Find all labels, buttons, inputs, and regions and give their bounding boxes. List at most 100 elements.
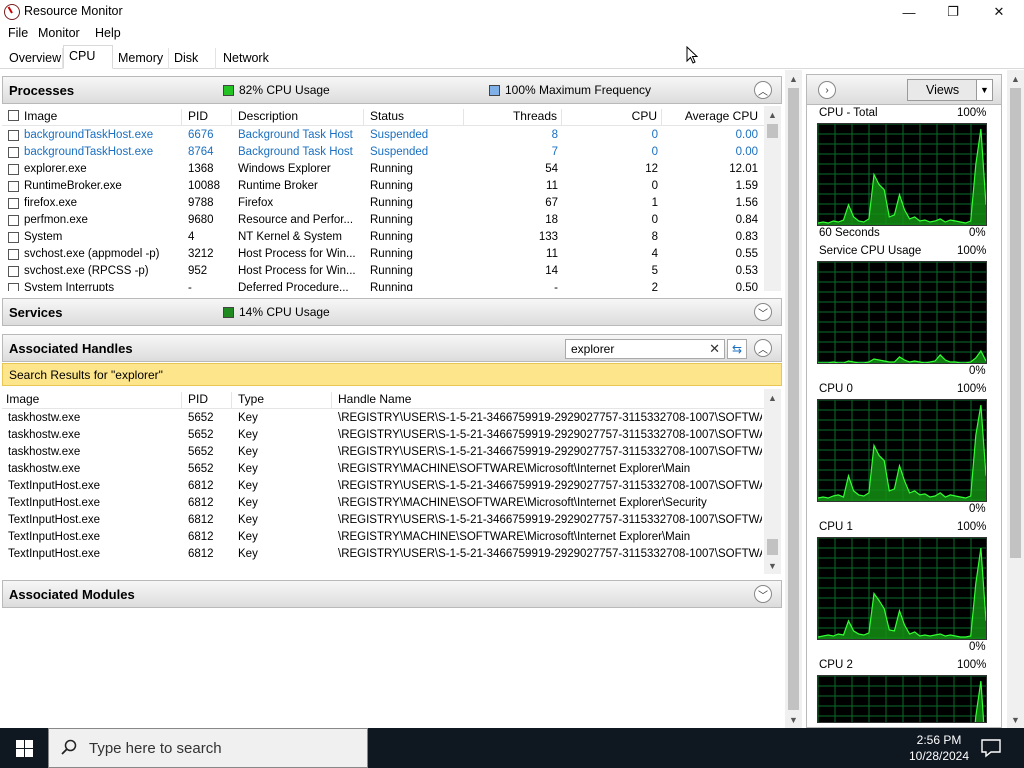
col-handle-type[interactable]: Type [236, 392, 332, 409]
process-row[interactable]: svchost.exe (appmodel -p) 3212 Host Proces… [2, 246, 764, 263]
scroll-down-arrow-icon[interactable]: ▼ [785, 711, 802, 728]
left-pane-scrollbar[interactable]: ▲ ▼ [785, 70, 802, 728]
start-button[interactable] [0, 728, 48, 768]
taskbar-search-box[interactable]: Type here to search [48, 728, 368, 768]
menu-help[interactable]: Help [95, 26, 121, 40]
process-checkbox[interactable] [8, 232, 19, 243]
process-description: Deferred Procedure... [238, 282, 349, 291]
processes-scrollbar[interactable]: ▲ [764, 106, 781, 291]
process-status: Suspended [370, 146, 429, 158]
process-checkbox[interactable] [8, 147, 19, 158]
collapse-handles-chevron-up-icon[interactable]: ︿ [754, 339, 772, 357]
process-row[interactable]: RuntimeBroker.exe 10088 Runtime Broker Runn… [2, 178, 764, 195]
handle-row[interactable]: TextInputHost.exe 6812 Key \REGISTRY\USER\S… [2, 512, 764, 529]
tab-disk[interactable]: Disk [169, 48, 216, 69]
col-description[interactable]: Description [236, 109, 364, 126]
scroll-down-arrow-icon[interactable]: ▼ [1007, 711, 1024, 728]
collapse-graphs-chevron-right-icon[interactable]: › [818, 81, 836, 99]
close-button[interactable]: ✕ [976, 0, 1022, 24]
maximize-button[interactable]: ❐ [930, 0, 976, 24]
modules-header[interactable]: Associated Modules ﹀ [2, 580, 782, 608]
process-checkbox[interactable] [8, 266, 19, 277]
tab-memory[interactable]: Memory [113, 48, 169, 69]
handles-header[interactable]: Associated Handles explorer ✕ ⇆ ︿ [2, 334, 782, 362]
scroll-thumb[interactable] [767, 124, 778, 138]
process-checkbox[interactable] [8, 198, 19, 209]
expand-modules-chevron-down-icon[interactable]: ﹀ [754, 585, 772, 603]
process-row[interactable]: System Interrupts - Deferred Procedure... R… [2, 280, 764, 291]
col-handle-pid[interactable]: PID [186, 392, 232, 409]
handle-row[interactable]: TextInputHost.exe 6812 Key \REGISTRY\MACHIN… [2, 495, 764, 512]
tab-overview[interactable]: Overview [4, 48, 63, 69]
process-checkbox[interactable] [8, 249, 19, 260]
handle-row[interactable]: taskhostw.exe 5652 Key \REGISTRY\MACHINE\SO… [2, 461, 764, 478]
graph-title: CPU 1 [819, 521, 853, 533]
process-threads: 7 [551, 146, 558, 158]
process-row[interactable]: backgroundTaskHost.exe 6676 Background Tas… [2, 127, 764, 144]
scroll-thumb[interactable] [767, 539, 778, 555]
process-checkbox[interactable] [8, 283, 19, 291]
views-dropdown[interactable]: Views ▼ [907, 79, 993, 101]
process-pid: 3212 [188, 248, 214, 260]
process-row[interactable]: System 4 NT Kernel & System Running 133 8 0.83 [2, 229, 764, 246]
handle-row[interactable]: TextInputHost.exe 6812 Key \REGISTRY\USER\S… [2, 478, 764, 495]
process-row[interactable]: perfmon.exe 9680 Resource and Perfor... Run… [2, 212, 764, 229]
collapse-processes-chevron-up-icon[interactable]: ︿ [754, 81, 772, 99]
process-checkbox[interactable] [8, 164, 19, 175]
taskbar-search-placeholder: Type here to search [89, 740, 222, 757]
handle-image: TextInputHost.exe [8, 531, 101, 543]
tab-cpu[interactable]: CPU [63, 45, 113, 69]
minimize-button[interactable]: — [886, 0, 932, 24]
handle-row[interactable]: TextInputHost.exe 6812 Key \REGISTRY\MACHIN… [2, 529, 764, 546]
chevron-down-icon[interactable]: ▼ [976, 80, 992, 100]
process-threads: 11 [546, 180, 558, 192]
col-handle-name[interactable]: Handle Name [336, 392, 764, 409]
menu-monitor[interactable]: Monitor [38, 26, 80, 40]
menu-file[interactable]: File [8, 26, 28, 40]
scroll-up-arrow-icon[interactable]: ▲ [764, 106, 781, 123]
window-scrollbar[interactable]: ▲ ▼ [1007, 70, 1024, 728]
scroll-thumb[interactable] [788, 88, 799, 710]
select-all-checkbox[interactable] [8, 110, 19, 121]
process-checkbox[interactable] [8, 130, 19, 141]
graph-footer-right: 0% [969, 227, 986, 239]
handle-row[interactable]: taskhostw.exe 5652 Key \REGISTRY\USER\S-1-5… [2, 410, 764, 427]
col-image[interactable]: Image [24, 109, 182, 126]
scroll-thumb[interactable] [1010, 88, 1021, 558]
notification-icon[interactable] [980, 738, 1002, 758]
col-cpu[interactable]: CPU [562, 109, 662, 126]
process-checkbox[interactable] [8, 181, 19, 192]
scroll-up-arrow-icon[interactable]: ▲ [1007, 70, 1024, 87]
process-row[interactable]: svchost.exe (RPCSS -p) 952 Host Process fo… [2, 263, 764, 280]
handles-search-input[interactable]: explorer ✕ [565, 339, 725, 359]
title-bar: Resource Monitor — ❐ ✕ [0, 0, 1024, 24]
col-pid[interactable]: PID [186, 109, 232, 126]
process-row[interactable]: explorer.exe 1368 Windows Explorer Running 5… [2, 161, 764, 178]
col-average-cpu[interactable]: Average CPU [662, 109, 762, 126]
process-row[interactable]: firefox.exe 9788 Firefox Running 67 1 1.56 [2, 195, 764, 212]
handle-row[interactable]: TextInputHost.exe 6812 Key \REGISTRY\USER\S… [2, 546, 764, 563]
expand-services-chevron-down-icon[interactable]: ﹀ [754, 303, 772, 321]
handles-scrollbar[interactable]: ▲ ▼ [764, 389, 781, 574]
services-header[interactable]: Services 14% CPU Usage ﹀ [2, 298, 782, 326]
col-handle-image[interactable]: Image [6, 392, 182, 409]
handle-row[interactable]: taskhostw.exe 5652 Key \REGISTRY\USER\S-1-5… [2, 427, 764, 444]
taskbar-clock[interactable]: 2:56 PM 10/28/2024 [900, 732, 978, 764]
refresh-search-icon[interactable]: ⇆ [727, 339, 747, 359]
resource-monitor-icon [4, 4, 20, 20]
process-pid: 4 [188, 231, 195, 243]
process-checkbox[interactable] [8, 215, 19, 226]
process-row[interactable]: backgroundTaskHost.exe 8764 Background Tas… [2, 144, 764, 161]
col-threads[interactable]: Threads [464, 109, 562, 126]
scroll-down-arrow-icon[interactable]: ▼ [764, 557, 781, 574]
col-status[interactable]: Status [368, 109, 464, 126]
scroll-up-arrow-icon[interactable]: ▲ [764, 389, 781, 406]
clear-search-icon[interactable]: ✕ [709, 341, 720, 357]
processes-max-frequency: 100% Maximum Frequency [489, 83, 651, 97]
handle-row[interactable]: taskhostw.exe 5652 Key \REGISTRY\USER\S-1-5… [2, 444, 764, 461]
process-image: RuntimeBroker.exe [24, 180, 122, 192]
processes-header[interactable]: Processes 82% CPU Usage 100% Maximum Fre… [2, 76, 782, 104]
scroll-up-arrow-icon[interactable]: ▲ [785, 70, 802, 87]
graph-max-label: 100% [957, 245, 987, 257]
tab-network[interactable]: Network [218, 48, 274, 69]
